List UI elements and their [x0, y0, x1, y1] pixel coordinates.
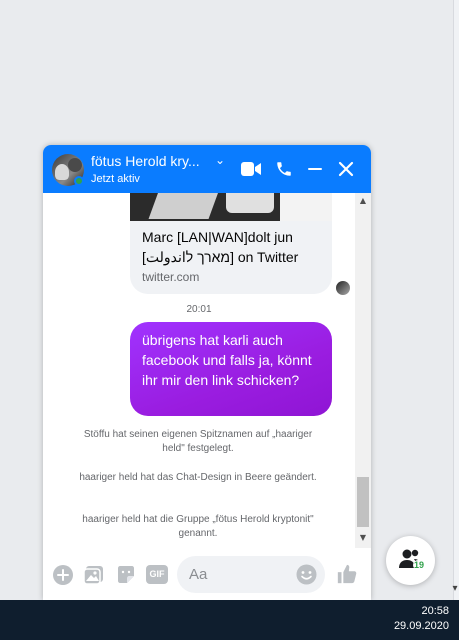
page-scroll-down-icon[interactable]: ▾ — [451, 582, 459, 596]
link-preview-domain: twitter.com — [142, 270, 200, 284]
phone-icon — [277, 162, 291, 176]
message-timestamp: 20:01 — [186, 304, 212, 315]
online-status-dot — [74, 176, 84, 186]
emoji-icon[interactable] — [296, 564, 317, 585]
video-call-button[interactable] — [239, 157, 263, 181]
message-input-placeholder: Aa — [189, 566, 208, 583]
link-preview-card[interactable]: Marc [LAN|WAN]dolt jun [מארך לاندولت] on… — [130, 193, 332, 294]
close-button[interactable] — [334, 157, 358, 181]
chat-event-nickname: Stöffu hat seinen eigenen Spitznamen auf… — [83, 429, 313, 454]
read-receipt-avatar — [336, 281, 350, 295]
clock-date: 29.09.2020 — [393, 620, 449, 632]
chevron-down-icon[interactable]: ⌄ — [215, 153, 225, 167]
link-preview-image — [130, 193, 332, 221]
chat-status: Jetzt aktiv — [91, 173, 140, 185]
voice-call-button[interactable] — [272, 157, 296, 181]
page-scrollbar[interactable] — [453, 0, 459, 600]
online-contacts-count: 19 — [413, 560, 426, 570]
taskbar-clock[interactable]: 20:58 29.09.2020 — [394, 604, 449, 634]
scroll-thumb[interactable] — [357, 477, 369, 527]
image-detail-b — [226, 193, 274, 213]
message-input[interactable]: Aa — [177, 556, 325, 593]
sticker-icon[interactable] — [115, 564, 137, 586]
link-preview-title: Marc [LAN|WAN]dolt jun [מארך לاندولت] on… — [142, 227, 326, 267]
avatar-face-a — [55, 164, 69, 180]
minimize-button[interactable] — [303, 157, 327, 181]
close-icon — [338, 161, 354, 177]
message-list[interactable]: Marc [LAN|WAN]dolt jun [מארך לاندولت] on… — [43, 193, 355, 548]
group-avatar[interactable] — [52, 154, 84, 186]
link-title-line-2: [מארך לاندولت] on Twitter — [142, 249, 299, 265]
image-detail-a — [148, 193, 220, 219]
chat-event-theme: haariger held hat das Chat-Design in Bee… — [79, 472, 317, 483]
avatar-face-b — [68, 158, 82, 172]
image-detail-c — [280, 193, 332, 221]
add-icon[interactable] — [52, 564, 74, 586]
chat-header[interactable]: fötus Herold kry... ⌄ Jetzt aktiv — [43, 145, 371, 193]
photo-icon[interactable] — [83, 564, 105, 586]
minimize-icon — [308, 168, 322, 170]
gif-icon[interactable]: GIF — [146, 565, 168, 584]
message-composer: GIF Aa — [43, 548, 371, 600]
like-icon[interactable] — [336, 563, 358, 585]
chat-event-group-name: haariger held hat die Gruppe „fötus Hero… — [82, 514, 314, 539]
clock-time: 20:58 — [421, 605, 449, 617]
sent-message-bubble[interactable]: übrigens hat karli auch facebook und fal… — [130, 322, 332, 416]
scroll-down-icon[interactable]: ▼ — [355, 532, 371, 544]
scroll-up-icon[interactable]: ▲ — [355, 195, 371, 207]
chat-title[interactable]: fötus Herold kry... — [91, 153, 200, 169]
contacts-button[interactable]: 19 — [386, 536, 435, 585]
chat-scrollbar[interactable]: ▲ ▼ — [355, 193, 371, 548]
video-camera-icon — [241, 162, 261, 176]
windows-taskbar: 20:58 29.09.2020 — [0, 600, 459, 640]
chat-window: fötus Herold kry... ⌄ Jetzt aktiv Marc [… — [43, 145, 371, 600]
link-title-line-1: Marc [LAN|WAN]dolt jun — [142, 229, 293, 245]
